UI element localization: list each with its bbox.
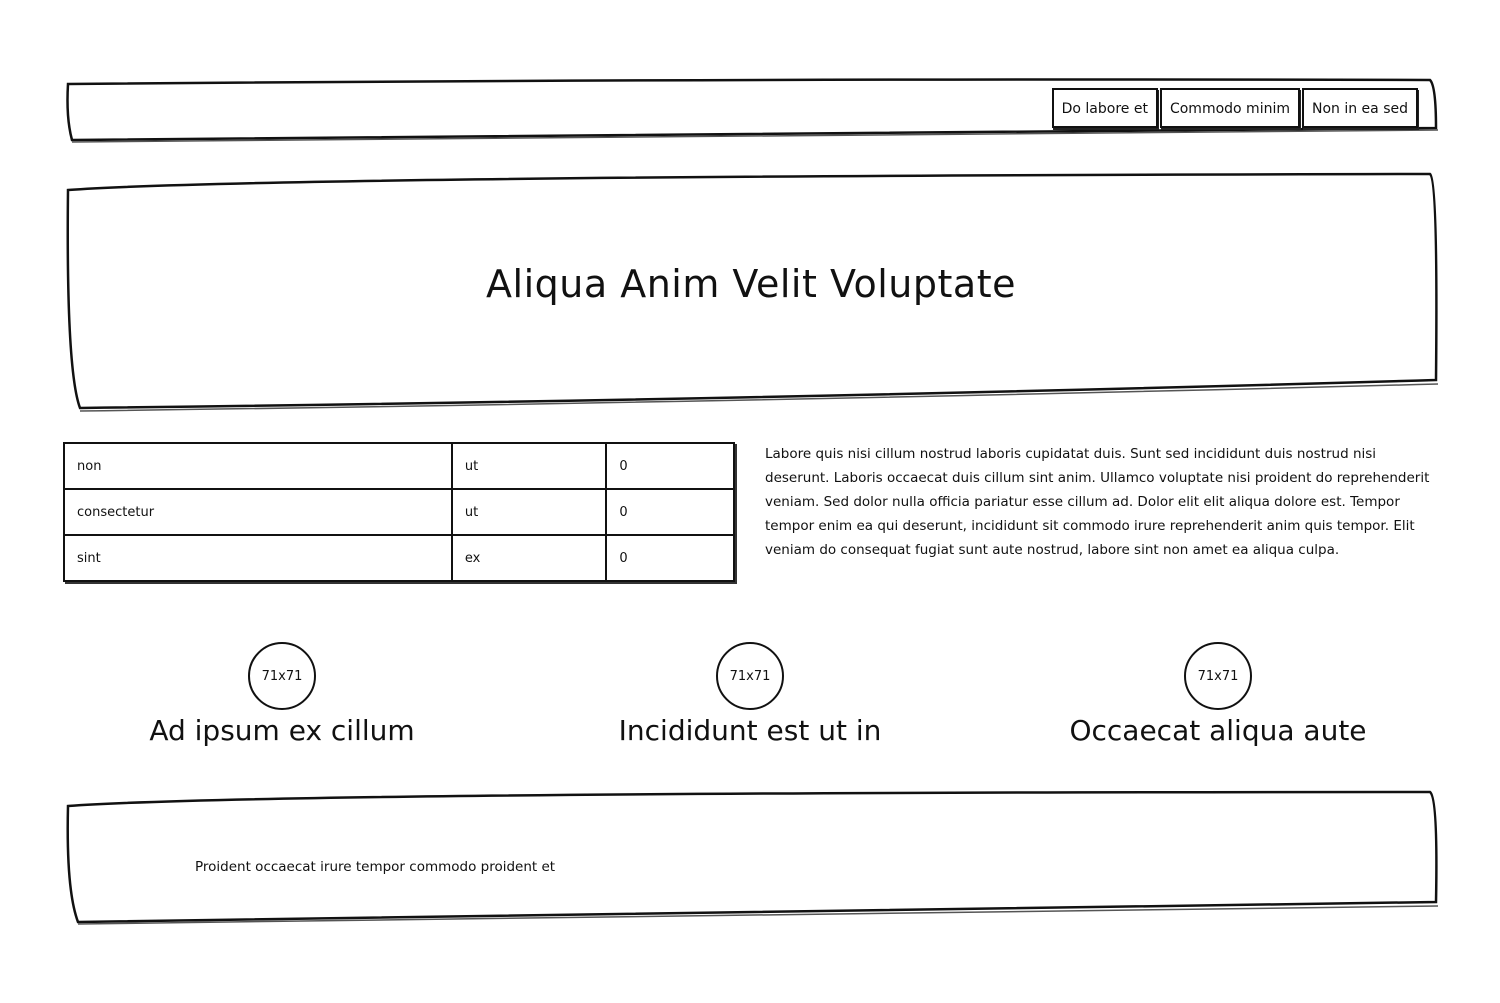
feature-item: 71x71 Incididunt est ut in <box>550 642 950 747</box>
nav-button-commodo-minim[interactable]: Commodo minim <box>1159 88 1300 128</box>
page: Do labore et Commodo minim Non in ea sed… <box>0 0 1500 1003</box>
nav-button-non-in-ea-sed[interactable]: Non in ea sed <box>1301 88 1418 128</box>
feature-item: 71x71 Ad ipsum ex cillum <box>82 642 482 747</box>
image-placeholder: 71x71 <box>1184 642 1252 710</box>
footer-text: Proident occaecat irure tempor commodo p… <box>195 859 556 875</box>
feature-item: 71x71 Occaecat aliqua aute <box>1018 642 1418 747</box>
table-cell: 0 <box>605 488 735 536</box>
table-cell: ex <box>450 534 608 582</box>
feature-title: Occaecat aliqua aute <box>1069 714 1367 747</box>
table-cell: non <box>63 442 453 490</box>
table-row: non ut 0 <box>63 442 735 490</box>
image-placeholder: 71x71 <box>248 642 316 710</box>
table-row: consectetur ut 0 <box>63 488 735 536</box>
table-cell: 0 <box>605 442 735 490</box>
nav-button-do-labore-et[interactable]: Do labore et <box>1051 88 1158 128</box>
image-placeholder-label: 71x71 <box>1197 668 1239 684</box>
feature-title: Incididunt est ut in <box>618 714 882 747</box>
table-cell: consectetur <box>63 488 453 536</box>
hero-banner: Aliqua Anim Velit Voluptate <box>64 170 1439 412</box>
table-cell: sint <box>63 534 453 582</box>
image-placeholder-label: 71x71 <box>729 668 771 684</box>
feature-title: Ad ipsum ex cillum <box>149 714 415 747</box>
footer-bar: Proident occaecat irure tempor commodo p… <box>64 790 1439 925</box>
image-placeholder: 71x71 <box>716 642 784 710</box>
body-paragraph: Labore quis nisi cillum nostrud laboris … <box>765 446 1430 558</box>
table-cell: 0 <box>605 534 735 582</box>
table-row: sint ex 0 <box>63 534 735 582</box>
nav-menu: Do labore et Commodo minim Non in ea sed <box>1051 88 1418 128</box>
header-bar: Do labore et Commodo minim Non in ea sed <box>64 78 1439 143</box>
hero-title: Aliqua Anim Velit Voluptate <box>486 262 1016 306</box>
image-placeholder-label: 71x71 <box>261 668 303 684</box>
table-cell: ut <box>450 488 608 536</box>
table-cell: ut <box>450 442 608 490</box>
data-table: non ut 0 consectetur ut 0 sint ex 0 <box>63 442 735 582</box>
